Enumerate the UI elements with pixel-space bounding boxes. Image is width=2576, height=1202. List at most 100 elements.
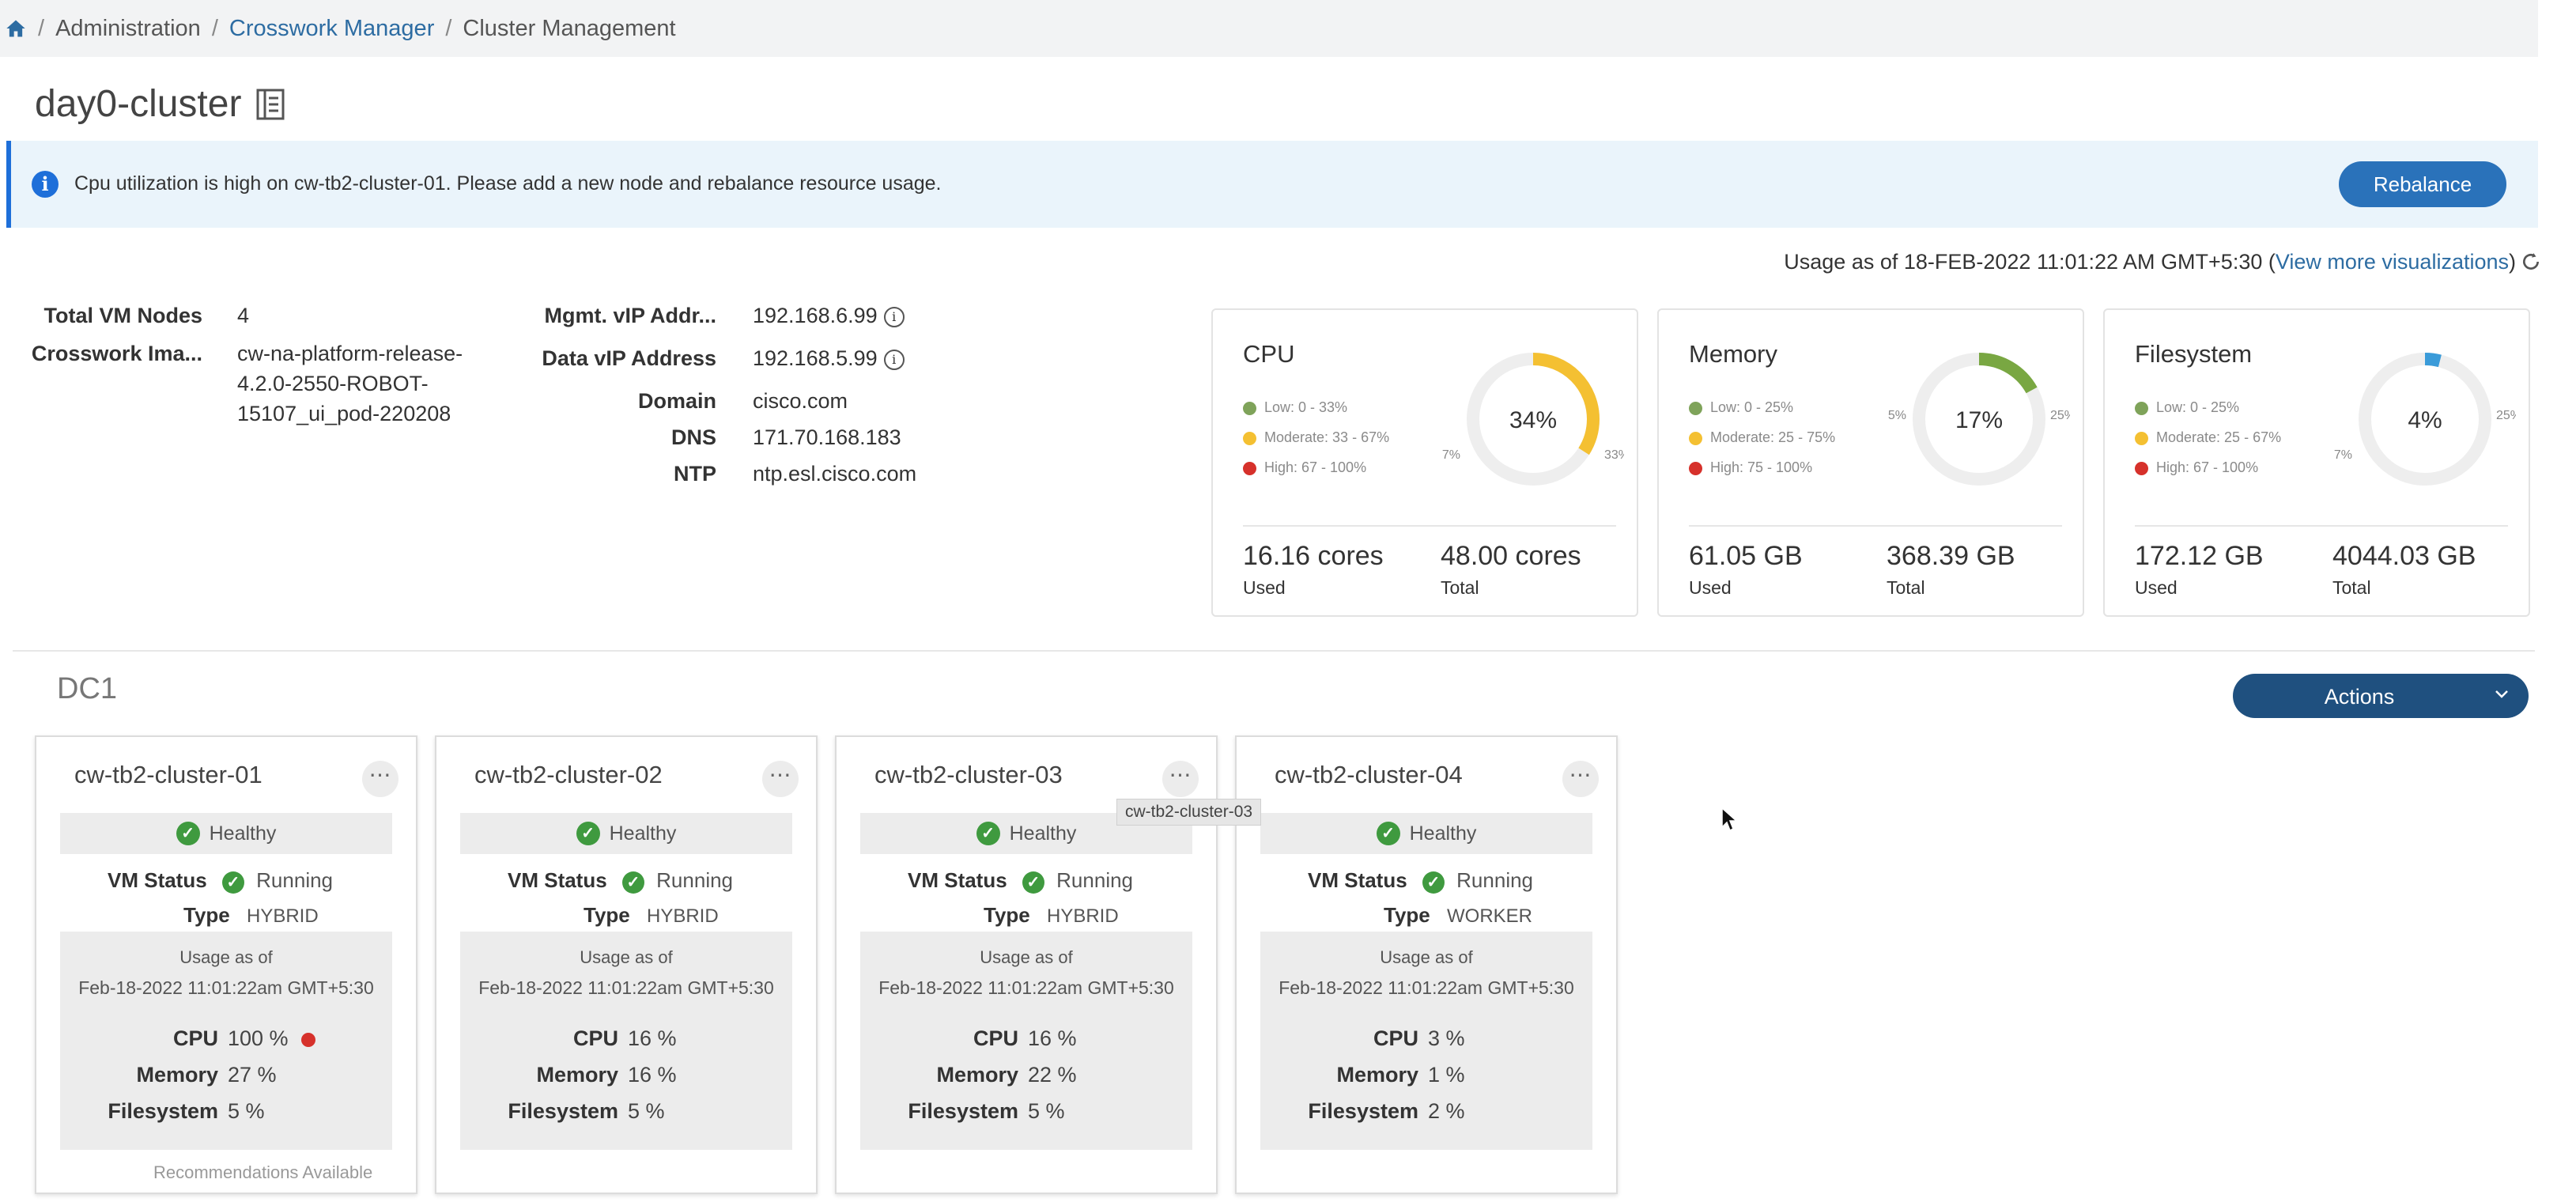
health-text: Healthy [1009, 822, 1077, 845]
legend-text: Low: 0 - 33% [1264, 399, 1348, 415]
legend-item: High: 75 - 100% [1689, 452, 1835, 482]
breadcrumb-crosswork-manager[interactable]: Crosswork Manager [229, 16, 434, 42]
legend-dot [1689, 461, 1702, 475]
section-divider [13, 650, 2535, 652]
usage-text: Usage as of 18-FEB-2022 11:01:22 AM GMT+… [1784, 250, 2276, 274]
node-card[interactable]: cw-tb2-cluster-01 ⋯ ✓ Healthy VM Status … [35, 735, 417, 1194]
more-options-icon[interactable]: ⋯ [362, 761, 398, 797]
memory-donut-chart: 17% 75% 25% [1888, 353, 2070, 486]
total-label: Total [2332, 577, 2371, 598]
info-icon[interactable]: i [883, 349, 905, 370]
more-options-icon[interactable]: ⋯ [762, 761, 799, 797]
type-value: HYBRID [247, 905, 319, 927]
cpu-label: CPU [572, 1026, 618, 1050]
memory-metric-title: Memory [1689, 340, 1777, 368]
type-value: HYBRID [1047, 905, 1119, 927]
legend-text: Low: 0 - 25% [2156, 399, 2240, 415]
node-name: cw-tb2-cluster-03 [874, 761, 1063, 788]
breadcrumb-cluster-management: Cluster Management [463, 15, 676, 41]
check-circle-icon: ✓ [1376, 822, 1400, 845]
type-label: Type [984, 903, 1030, 927]
more-options-icon[interactable]: ⋯ [1162, 761, 1199, 797]
home-icon[interactable] [5, 17, 27, 40]
filesystem-value: 5 % [228, 1099, 265, 1123]
crosswork-image-line-3: 15107_ui_pod-220208 [237, 402, 451, 425]
memory-metric-card: Memory Low: 0 - 25% Moderate: 25 - 75% Hig… [1657, 308, 2084, 617]
legend-text: High: 67 - 100% [2156, 459, 2259, 475]
type-label: Type [1384, 903, 1430, 927]
breadcrumb: / Administration / Crosswork Manager / C… [0, 0, 2538, 57]
page-title: day0-cluster [35, 83, 242, 125]
cpu-total-value: 48.00 cores [1441, 541, 1581, 571]
usage-time: Feb-18-2022 11:01:22am GMT+5:30 [78, 977, 374, 998]
vm-status-label: VM Status [508, 868, 607, 892]
node-name: cw-tb2-cluster-01 [74, 761, 263, 788]
cpu-label: CPU [172, 1026, 218, 1050]
legend-text: High: 67 - 100% [1264, 459, 1367, 475]
filesystem-total-value: 4044.03 GB [2332, 541, 2476, 571]
usage-label: Usage as of [179, 947, 273, 967]
legend-item: High: 67 - 100% [1243, 452, 1389, 482]
memory-label: Memory [1336, 1063, 1418, 1087]
domain-label: Domain [637, 389, 716, 413]
actions-dropdown-button[interactable]: Actions [2233, 674, 2529, 718]
cpu-metric-card: CPU Low: 0 - 33% Moderate: 33 - 67% High: … [1211, 308, 1638, 617]
more-options-icon[interactable]: ⋯ [1562, 761, 1599, 797]
vm-status-row: VM Status ✓ Running [908, 868, 1133, 894]
check-circle-icon: ✓ [576, 822, 600, 845]
refresh-icon[interactable] [2521, 251, 2541, 272]
check-circle-icon: ✓ [1422, 871, 1445, 894]
usage-suffix: ) [2509, 250, 2516, 274]
health-status-bar: ✓ Healthy [460, 813, 792, 854]
cpu-donut-chart: 34% 67% 33% [1442, 353, 1624, 486]
donut-mark-left: 75% [1888, 409, 1906, 422]
chevron-down-icon [2495, 690, 2508, 698]
legend-dot [2135, 461, 2148, 475]
crosswork-image-line-2: 4.2.0-2550-ROBOT- [237, 372, 429, 395]
cpu-value: 3 % [1428, 1026, 1465, 1050]
check-circle-icon: ✓ [621, 871, 644, 894]
filesystem-used-value: 172.12 GB [2135, 541, 2264, 571]
health-status-bar: ✓ Healthy [1260, 813, 1592, 854]
metric-legend: Low: 0 - 25% Moderate: 25 - 75% High: 75 -… [1689, 392, 1835, 482]
dns-value: 171.70.168.183 [753, 425, 901, 449]
memory-value: 16 % [628, 1063, 677, 1087]
node-card[interactable]: cw-tb2-cluster-04 ⋯ ✓ Healthy VM Status … [1235, 735, 1618, 1194]
donut-mark-right: 33% [1604, 448, 1624, 462]
donut-percent: 17% [1955, 407, 2003, 433]
alert-dot-icon [300, 1032, 315, 1047]
vm-status-row: VM Status ✓ Running [108, 868, 333, 894]
usage-time: Feb-18-2022 11:01:22am GMT+5:30 [878, 977, 1174, 998]
memory-value: 1 % [1428, 1063, 1465, 1087]
type-row: Type HYBRID [984, 903, 1119, 928]
legend-text: Moderate: 25 - 67% [2156, 429, 2282, 445]
breadcrumb-administration[interactable]: Administration [55, 16, 201, 42]
recommendations-link[interactable]: Recommendations Available [153, 1162, 372, 1183]
check-circle-icon: ✓ [221, 871, 244, 894]
view-more-visualizations-link[interactable]: View more visualizations [2276, 250, 2509, 274]
vm-status-value: Running [1056, 868, 1134, 892]
node-usage-panel: Usage as of Feb-18-2022 11:01:22am GMT+5… [1260, 932, 1592, 1150]
type-value: HYBRID [647, 905, 719, 927]
node-usage-panel: Usage as of Feb-18-2022 11:01:22am GMT+5… [860, 932, 1192, 1150]
memory-label: Memory [936, 1063, 1018, 1087]
metric-divider [1243, 525, 1616, 527]
filesystem-metric-card: Filesystem Low: 0 - 25% Moderate: 25 - 67… [2103, 308, 2530, 617]
filesystem-label: Filesystem [908, 1099, 1018, 1123]
info-icon[interactable]: i [883, 306, 905, 327]
document-icon[interactable] [255, 88, 285, 121]
legend-dot [1689, 431, 1702, 445]
legend-dot [1243, 461, 1256, 475]
used-label: Used [1243, 577, 1286, 598]
cpu-metric-title: CPU [1243, 340, 1295, 368]
cpu-value: 16 % [1028, 1026, 1077, 1050]
legend-dot [1243, 431, 1256, 445]
metric-divider [2135, 525, 2508, 527]
node-card[interactable]: cw-tb2-cluster-02 ⋯ ✓ Healthy VM Status … [435, 735, 818, 1194]
donut-mark-left: 67% [1442, 448, 1460, 462]
rebalance-button[interactable]: Rebalance [2339, 161, 2506, 207]
memory-value: 22 % [1028, 1063, 1077, 1087]
data-vip-value: 192.168.5.99 [753, 346, 878, 370]
legend-item: Low: 0 - 25% [2135, 392, 2281, 422]
node-usage-panel: Usage as of Feb-18-2022 11:01:22am GMT+5… [60, 932, 392, 1150]
